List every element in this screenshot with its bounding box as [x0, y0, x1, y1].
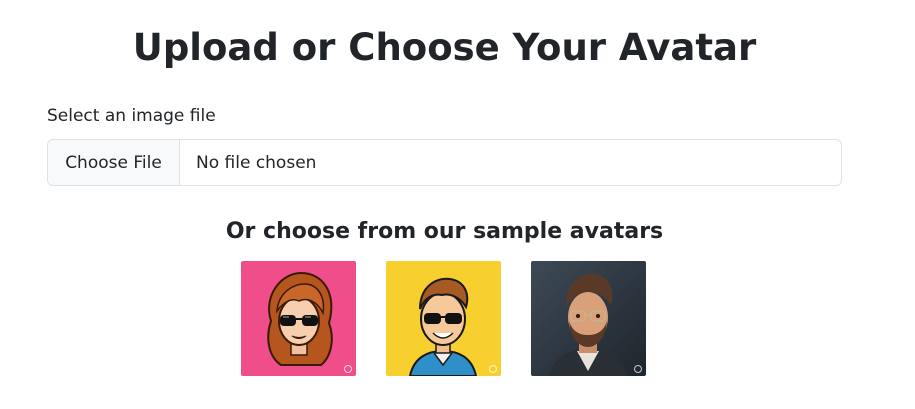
watermark-icon	[489, 365, 497, 373]
man-avatar-image	[531, 261, 646, 376]
woman-avatar-image	[241, 261, 356, 376]
sample-avatars-heading: Or choose from our sample avatars	[225, 219, 664, 244]
choose-file-button[interactable]: Choose File	[48, 140, 180, 185]
avatar-page: Upload or Choose Your Avatar Select an i…	[0, 0, 915, 409]
page-title: Upload or Choose Your Avatar	[132, 26, 757, 69]
file-input[interactable]: Choose File No file chosen	[47, 139, 842, 186]
file-input-label: Select an image file	[47, 106, 216, 126]
watermark-icon	[634, 365, 642, 373]
sample-avatar-list	[241, 261, 646, 376]
boy-avatar-image	[386, 261, 501, 376]
avatar-option-man[interactable]	[531, 261, 646, 376]
avatar-option-woman[interactable]	[241, 261, 356, 376]
watermark-icon	[344, 365, 352, 373]
avatar-option-boy[interactable]	[386, 261, 501, 376]
file-status-text: No file chosen	[196, 152, 317, 173]
